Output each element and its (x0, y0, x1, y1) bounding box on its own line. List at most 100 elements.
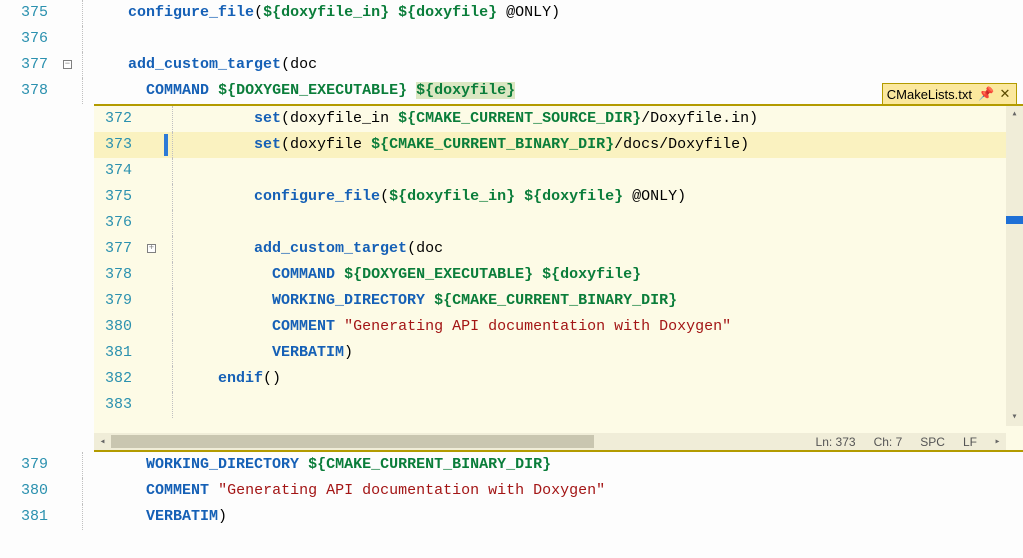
change-marker (164, 366, 172, 392)
line-number: 382 (94, 366, 144, 392)
peek-horizontal-scrollbar[interactable]: ◂ ▸ Ln: 373 Ch: 7 SPC LF (94, 433, 1006, 450)
fold-plus-icon[interactable]: + (147, 244, 156, 253)
peek-file-name: CMakeLists.txt (887, 87, 972, 102)
scroll-right-icon[interactable]: ▸ (989, 436, 1006, 448)
fold-gutter (60, 452, 82, 478)
scroll-up-icon[interactable]: ▴ (1006, 106, 1023, 123)
code-line[interactable]: 381 VERBATIM) (94, 340, 1023, 366)
code-line[interactable]: 377− add_custom_target(doc (0, 52, 1023, 78)
line-number: 377 (94, 236, 144, 262)
code-text[interactable]: COMMENT "Generating API documentation wi… (172, 314, 1023, 340)
code-text[interactable] (82, 26, 1023, 52)
code-line[interactable]: 380 COMMENT "Generating API documentatio… (94, 314, 1023, 340)
change-marker (164, 184, 172, 210)
fold-gutter[interactable]: − (60, 52, 82, 78)
peek-overview-marker (1006, 216, 1023, 224)
scroll-left-icon[interactable]: ◂ (94, 436, 111, 448)
change-marker (164, 314, 172, 340)
line-number: 376 (94, 210, 144, 236)
fold-gutter (144, 106, 164, 132)
line-number: 374 (94, 158, 144, 184)
code-text[interactable]: set(doxyfile ${CMAKE_CURRENT_BINARY_DIR}… (172, 132, 1023, 158)
change-marker (164, 262, 172, 288)
code-text[interactable]: WORKING_DIRECTORY ${CMAKE_CURRENT_BINARY… (82, 452, 1023, 478)
line-number: 375 (94, 184, 144, 210)
fold-gutter (144, 288, 164, 314)
code-line[interactable]: 378 COMMAND ${DOXYGEN_EXECUTABLE} ${doxy… (94, 262, 1023, 288)
fold-gutter (144, 262, 164, 288)
line-number: 380 (94, 314, 144, 340)
close-icon[interactable]: ✕ (998, 86, 1012, 102)
fold-gutter (144, 158, 164, 184)
peek-window: CMakeLists.txt 📌 ✕ 372 set(doxyfile_in $… (94, 104, 1023, 452)
code-text[interactable]: VERBATIM) (82, 504, 1023, 530)
line-number: 383 (94, 392, 144, 418)
fold-gutter (60, 0, 82, 26)
code-line[interactable]: 375 configure_file(${doxyfile_in} ${doxy… (0, 0, 1023, 26)
peek-editor[interactable]: 372 set(doxyfile_in ${CMAKE_CURRENT_SOUR… (94, 106, 1023, 426)
fold-gutter (144, 210, 164, 236)
line-number: 378 (94, 262, 144, 288)
code-line[interactable]: 376 (94, 210, 1023, 236)
code-line[interactable]: 373 set(doxyfile ${CMAKE_CURRENT_BINARY_… (94, 132, 1023, 158)
line-number: 381 (0, 504, 60, 530)
fold-gutter (144, 366, 164, 392)
line-number: 377 (0, 52, 60, 78)
code-line[interactable]: 379 WORKING_DIRECTORY ${CMAKE_CURRENT_BI… (94, 288, 1023, 314)
line-number: 373 (94, 132, 144, 158)
code-text[interactable]: VERBATIM) (172, 340, 1023, 366)
code-line[interactable]: 380 COMMENT "Generating API documentatio… (0, 478, 1023, 504)
code-line[interactable]: 372 set(doxyfile_in ${CMAKE_CURRENT_SOUR… (94, 106, 1023, 132)
fold-gutter (144, 314, 164, 340)
fold-gutter (60, 478, 82, 504)
change-marker (164, 288, 172, 314)
peek-tab[interactable]: CMakeLists.txt 📌 ✕ (882, 83, 1017, 105)
line-number: 380 (0, 478, 60, 504)
code-line[interactable]: 375 configure_file(${doxyfile_in} ${doxy… (94, 184, 1023, 210)
fold-gutter (60, 26, 82, 52)
line-number: 375 (0, 0, 60, 26)
code-text[interactable]: add_custom_target(doc (82, 52, 1023, 78)
code-text[interactable]: WORKING_DIRECTORY ${CMAKE_CURRENT_BINARY… (172, 288, 1023, 314)
fold-gutter (144, 184, 164, 210)
pin-icon[interactable]: 📌 (978, 86, 992, 102)
code-line[interactable]: 374 (94, 158, 1023, 184)
fold-gutter (144, 392, 164, 418)
code-text[interactable]: add_custom_target(doc (172, 236, 1023, 262)
fold-minus-icon[interactable]: − (63, 60, 72, 69)
code-text[interactable]: COMMENT "Generating API documentation wi… (82, 478, 1023, 504)
line-number: 372 (94, 106, 144, 132)
change-marker (164, 132, 172, 158)
code-text[interactable] (172, 210, 1023, 236)
scroll-down-icon[interactable]: ▾ (1006, 409, 1023, 426)
fold-gutter (60, 504, 82, 530)
line-number: 378 (0, 78, 60, 104)
fold-gutter[interactable]: + (144, 236, 164, 262)
fold-gutter (60, 78, 82, 104)
code-line[interactable]: 379 WORKING_DIRECTORY ${CMAKE_CURRENT_BI… (0, 452, 1023, 478)
outer-editor[interactable]: 375 configure_file(${doxyfile_in} ${doxy… (0, 0, 1023, 558)
peek-vertical-scrollbar[interactable]: ▴ ▾ (1006, 106, 1023, 426)
scroll-thumb[interactable] (111, 435, 594, 448)
change-marker (164, 392, 172, 418)
code-line[interactable]: 378 COMMAND ${DOXYGEN_EXECUTABLE} ${doxy… (0, 78, 1023, 104)
change-marker (164, 106, 172, 132)
code-line[interactable]: 376 (0, 26, 1023, 52)
code-text[interactable]: endif() (172, 366, 1023, 392)
code-line[interactable]: 377+ add_custom_target(doc (94, 236, 1023, 262)
code-text[interactable] (172, 392, 1023, 418)
code-text[interactable]: set(doxyfile_in ${CMAKE_CURRENT_SOURCE_D… (172, 106, 1023, 132)
code-text[interactable]: configure_file(${doxyfile_in} ${doxyfile… (82, 0, 1023, 26)
line-number: 381 (94, 340, 144, 366)
code-text[interactable]: COMMAND ${DOXYGEN_EXECUTABLE} ${doxyfile… (172, 262, 1023, 288)
code-text[interactable]: configure_file(${doxyfile_in} ${doxyfile… (172, 184, 1023, 210)
line-number: 379 (94, 288, 144, 314)
code-line[interactable]: 381 VERBATIM) (0, 504, 1023, 530)
line-number: 376 (0, 26, 60, 52)
change-marker (164, 340, 172, 366)
change-marker (164, 158, 172, 184)
code-line[interactable]: 383 (94, 392, 1023, 418)
code-line[interactable]: 382 endif() (94, 366, 1023, 392)
code-text[interactable] (172, 158, 1023, 184)
peek-status-bar: Ln: 373 Ch: 7 SPC LF (804, 433, 989, 450)
